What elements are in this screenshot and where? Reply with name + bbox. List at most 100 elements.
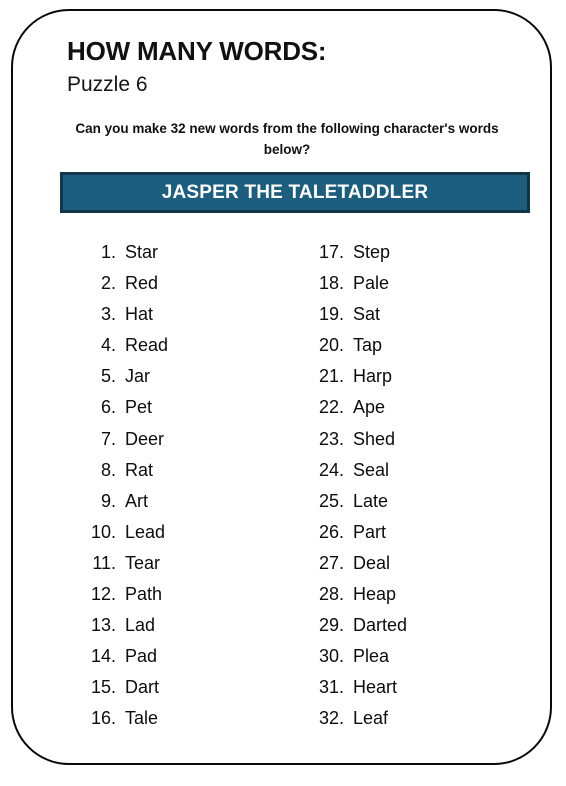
word-index: 7.	[100, 428, 116, 449]
word-list-item: 23. Shed	[295, 424, 530, 455]
word-list-item: 29. Darted	[295, 610, 530, 641]
word-list-item: 4. Read	[60, 330, 295, 361]
word-text: Pale	[353, 273, 390, 294]
word-index: 27.	[318, 552, 344, 573]
word-text: Late	[353, 490, 389, 511]
word-index: 4.	[100, 335, 116, 356]
word-index: 2.	[100, 273, 116, 294]
word-text: Lead	[125, 521, 166, 542]
word-index: 17.	[318, 242, 344, 262]
words-grid: 1. Star 2. Red 3. Hat 4. Read 5. Jar 6. Pet 7. Deer 8.…	[60, 237, 530, 735]
word-index: 29.	[318, 615, 344, 636]
word-index: 1.	[100, 242, 116, 262]
word-text: Seal	[353, 459, 390, 480]
word-list-item: 1. Star	[60, 237, 295, 268]
word-index: 23.	[318, 428, 344, 449]
word-list-item: 32. Leaf	[295, 703, 530, 734]
word-list-item: 19. Sat	[295, 299, 530, 330]
word-text: Leaf	[353, 708, 389, 729]
word-index: 16.	[90, 708, 116, 729]
word-text: Read	[125, 335, 169, 356]
word-index: 25.	[318, 490, 344, 511]
left-column: 1. Star 2. Red 3. Hat 4. Read 5. Jar 6. Pet 7. Deer 8.…	[60, 237, 295, 735]
word-list-item: 6. Pet	[60, 392, 295, 423]
word-text: Heart	[353, 677, 398, 698]
word-text: Step	[353, 242, 391, 262]
page-title: HOW MANY WORDS:	[67, 36, 327, 66]
right-column: 17. Step 18. Pale 19. Sat 20. Tap 21. Harp 22. Ape 2…	[295, 237, 530, 735]
instructions-text: Can you make 32 new words from the follo…	[75, 121, 499, 157]
word-list-item: 26. Part	[295, 517, 530, 548]
word-list-item: 20. Tap	[295, 330, 530, 361]
word-text: Jar	[125, 366, 151, 387]
word-list-item: 10. Lead	[60, 517, 295, 548]
word-index: 30.	[318, 646, 344, 667]
word-index: 6.	[100, 397, 116, 418]
word-list-item: 3. Hat	[60, 299, 295, 330]
word-text: Sat	[353, 304, 381, 325]
word-index: 21.	[318, 366, 344, 387]
word-index: 9.	[100, 490, 116, 511]
word-text: Pet	[125, 397, 153, 418]
header-block: HOW MANY WORDS: Puzzle 6	[67, 36, 507, 98]
word-text: Heap	[353, 584, 397, 605]
word-list-item: 12. Path	[60, 579, 295, 610]
word-text: Art	[125, 490, 149, 511]
word-text: Deal	[353, 552, 391, 573]
word-text: Pad	[125, 646, 158, 667]
word-text: Red	[125, 273, 159, 294]
word-list-item: 13. Lad	[60, 610, 295, 641]
word-list-item: 17. Step	[295, 237, 530, 268]
word-list-item: 8. Rat	[60, 455, 295, 486]
word-list-item: 14. Pad	[60, 641, 295, 672]
word-index: 26.	[318, 521, 344, 542]
word-index: 14.	[90, 646, 116, 667]
word-index: 13.	[90, 615, 116, 636]
word-text: Star	[125, 242, 159, 262]
word-list-item: 2. Red	[60, 268, 295, 299]
word-text: Path	[125, 584, 163, 605]
word-list-item: 22. Ape	[295, 392, 530, 423]
word-text: Tap	[353, 335, 383, 356]
word-list-item: 16. Tale	[60, 703, 295, 734]
word-list-item: 11. Tear	[60, 548, 295, 579]
character-banner: JASPER THE TALETADDLER	[60, 172, 530, 213]
word-index: 5.	[100, 366, 116, 387]
word-index: 20.	[318, 335, 344, 356]
word-list-item: 21. Harp	[295, 361, 530, 392]
word-text: Ape	[353, 397, 386, 418]
word-list-item: 30. Plea	[295, 641, 530, 672]
word-index: 12.	[90, 584, 116, 605]
word-index: 28.	[318, 584, 344, 605]
word-text: Darted	[353, 615, 408, 636]
word-text: Plea	[353, 646, 390, 667]
puzzle-number-label: Puzzle 6	[67, 72, 148, 96]
word-index: 8.	[100, 459, 116, 480]
word-list-item: 24. Seal	[295, 455, 530, 486]
word-index: 15.	[90, 677, 116, 698]
word-list-item: 28. Heap	[295, 579, 530, 610]
word-text: Harp	[353, 366, 393, 387]
word-index: 3.	[100, 304, 116, 325]
word-index: 24.	[318, 459, 344, 480]
worksheet-card: HOW MANY WORDS: Puzzle 6 Can you make 32…	[11, 9, 552, 765]
word-index: 11.	[92, 552, 116, 573]
word-text: Dart	[125, 677, 160, 698]
word-list-item: 9. Art	[60, 486, 295, 517]
word-index: 22.	[318, 397, 344, 418]
word-index: 31.	[318, 677, 344, 698]
character-banner-label: JASPER THE TALETADDLER	[161, 182, 429, 203]
word-text: Part	[353, 521, 387, 542]
word-index: 10.	[90, 521, 116, 542]
word-text: Shed	[353, 428, 396, 449]
word-list-item: 27. Deal	[295, 548, 530, 579]
word-list-item: 25. Late	[295, 486, 530, 517]
word-index: 32.	[318, 708, 344, 729]
word-index: 18.	[318, 273, 344, 294]
word-text: Deer	[125, 428, 165, 449]
word-list-item: 7. Deer	[60, 424, 295, 455]
word-text: Tear	[125, 552, 161, 573]
word-list-item: 18. Pale	[295, 268, 530, 299]
word-list-item: 31. Heart	[295, 672, 530, 703]
word-index: 19.	[318, 304, 344, 325]
